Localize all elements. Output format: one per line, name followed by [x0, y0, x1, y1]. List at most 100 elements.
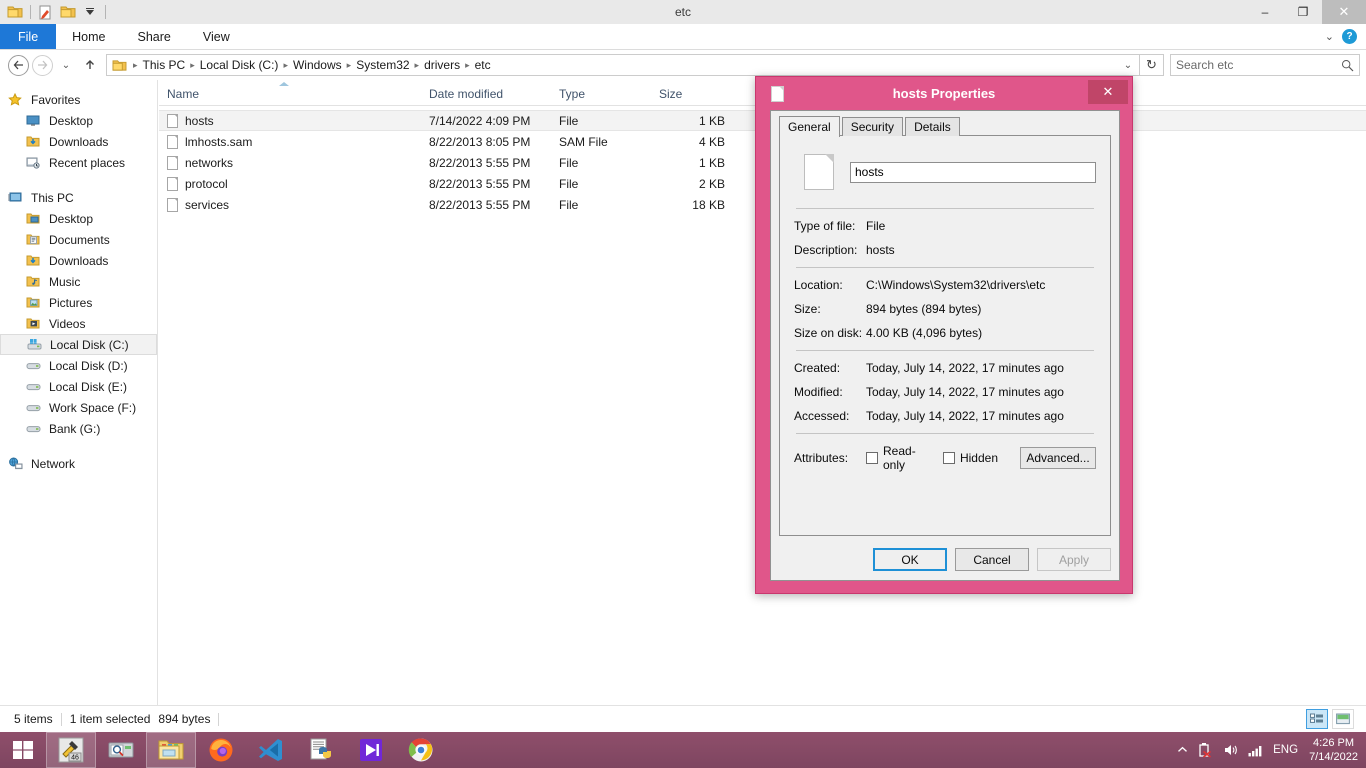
minimize-button[interactable]: –	[1246, 0, 1284, 24]
refresh-icon: ↻	[1146, 57, 1157, 72]
column-header-date-modified[interactable]: Date modified	[421, 87, 551, 105]
sidebar-item-local-disk-e[interactable]: Local Disk (E:)	[0, 376, 157, 397]
details-view-button[interactable]	[1306, 709, 1328, 729]
sidebar-item-bank-g[interactable]: Bank (G:)	[0, 418, 157, 439]
tab-file[interactable]: File	[0, 24, 57, 49]
taskbar-badge-count: 46	[71, 755, 79, 762]
file-name-section	[794, 148, 1096, 204]
breadcrumb-item-windows[interactable]: Windows	[290, 58, 345, 72]
taskbar-item-media-player[interactable]	[346, 732, 396, 768]
chevron-down-icon: ⌄	[61, 59, 71, 71]
filename-input[interactable]	[850, 161, 1096, 183]
attributes-label: Attributes:	[794, 451, 849, 465]
chevron-down-icon[interactable]: ⌄	[1325, 30, 1334, 43]
sidebar-item-music[interactable]: Music	[0, 271, 157, 292]
cancel-button[interactable]: Cancel	[955, 548, 1029, 571]
column-header-name[interactable]: Name	[159, 82, 421, 105]
sidebar-group-this-pc[interactable]: This PC	[0, 187, 157, 208]
file-name-cell: hosts	[159, 113, 421, 128]
sidebar-group-favorites[interactable]: Favorites	[0, 89, 157, 110]
show-hidden-icons-button[interactable]	[1177, 746, 1188, 754]
file-size: 18 KB	[692, 197, 725, 212]
file-date: 8/22/2013 5:55 PM	[429, 155, 531, 170]
taskbar-item-magnifier-tool[interactable]	[96, 732, 146, 768]
advanced-button[interactable]: Advanced...	[1020, 447, 1096, 469]
refresh-button[interactable]: ↻	[1140, 54, 1164, 76]
ok-button[interactable]: OK	[873, 548, 947, 571]
forward-button[interactable]	[30, 53, 54, 77]
breadcrumb-item-this-pc[interactable]: This PC	[140, 58, 189, 72]
status-divider-2	[218, 712, 220, 726]
breadcrumb-item-drivers[interactable]: drivers	[421, 58, 463, 72]
sidebar-item-downloads[interactable]: Downloads	[0, 131, 157, 152]
taskbar-item-file-explorer[interactable]	[146, 732, 196, 768]
breadcrumb-item-etc[interactable]: etc	[472, 58, 494, 72]
taskbar-item-hammer-tool[interactable]: 46	[46, 732, 96, 768]
field-location: Location: C:\Windows\System32\drivers\et…	[794, 278, 1096, 292]
help-icon[interactable]: ?	[1342, 29, 1357, 44]
dialog-close-button[interactable]: ✕	[1088, 80, 1128, 104]
sidebar-item-local-disk-c[interactable]: Local Disk (C:)	[0, 334, 157, 355]
hidden-checkbox-wrap[interactable]: Hidden	[942, 451, 998, 465]
recent-locations-button[interactable]: ⌄	[54, 53, 78, 77]
taskbar-item-python-script[interactable]	[296, 732, 346, 768]
dialog-tabs: General Security Details	[771, 111, 1119, 137]
column-label: Type	[559, 87, 586, 101]
volume-button[interactable]	[1223, 743, 1239, 757]
up-button[interactable]	[78, 53, 102, 77]
language-indicator[interactable]: ENG	[1273, 744, 1298, 756]
sidebar-item-desktop-pc[interactable]: Desktop	[0, 208, 157, 229]
readonly-label: Read-only	[883, 444, 916, 472]
sidebar-item-desktop[interactable]: Desktop	[0, 110, 157, 131]
new-folder-icon[interactable]	[57, 1, 79, 23]
sidebar-item-local-disk-d[interactable]: Local Disk (D:)	[0, 355, 157, 376]
search-box[interactable]	[1170, 54, 1360, 76]
search-input[interactable]	[1176, 58, 1341, 72]
network-button[interactable]	[1248, 744, 1264, 757]
search-icon	[1341, 59, 1354, 71]
tab-view[interactable]: View	[187, 24, 246, 49]
restore-button[interactable]: ❐	[1284, 0, 1322, 24]
breadcrumb-item-system32[interactable]: System32	[353, 58, 412, 72]
file-icon	[771, 85, 784, 102]
sidebar-item-label: Pictures	[49, 295, 93, 310]
address-dropdown-icon[interactable]: ⌄	[1119, 60, 1137, 71]
sidebar-item-work-space-f[interactable]: Work Space (F:)	[0, 397, 157, 418]
file-name-cell: services	[159, 197, 421, 212]
column-header-type[interactable]: Type	[551, 87, 651, 105]
tab-home[interactable]: Home	[56, 24, 121, 49]
close-button[interactable]: ✕	[1322, 0, 1366, 24]
taskbar-item-vscode[interactable]	[246, 732, 296, 768]
back-button[interactable]	[6, 53, 30, 77]
sidebar-item-documents[interactable]: Documents	[0, 229, 157, 250]
battery-button[interactable]	[1197, 742, 1214, 758]
dialog-title-bar[interactable]: hosts Properties ✕	[756, 77, 1132, 110]
sidebar-item-videos[interactable]: Videos	[0, 313, 157, 334]
sidebar-item-label: Videos	[49, 316, 86, 331]
sidebar-item-recent-places[interactable]: Recent places	[0, 152, 157, 173]
column-header-size[interactable]: Size	[651, 87, 731, 105]
volume-icon	[1225, 745, 1237, 755]
clock[interactable]: 4:26 PM 7/14/2022	[1307, 736, 1358, 764]
address-input[interactable]: ▸ This PC ▸ Local Disk (C:) ▸ Windows ▸ …	[106, 54, 1140, 76]
hidden-checkbox[interactable]	[942, 452, 955, 464]
sidebar-item-downloads-pc[interactable]: Downloads	[0, 250, 157, 271]
file-size: 4 KB	[698, 134, 725, 149]
start-button[interactable]	[0, 732, 46, 768]
sidebar-group-network[interactable]: Network	[0, 453, 157, 474]
taskbar-item-chrome[interactable]	[396, 732, 446, 768]
breadcrumb-item-local-disk-c[interactable]: Local Disk (C:)	[197, 58, 282, 72]
properties-icon[interactable]	[35, 1, 57, 23]
file-type: File	[559, 176, 579, 191]
large-icons-view-button[interactable]	[1332, 709, 1354, 729]
tab-general[interactable]: General	[779, 116, 840, 137]
readonly-checkbox[interactable]	[866, 452, 878, 464]
tab-security[interactable]: Security	[841, 117, 904, 136]
tab-share[interactable]: Share	[122, 24, 187, 49]
taskbar-item-firefox[interactable]	[196, 732, 246, 768]
folder-icon[interactable]	[4, 1, 26, 23]
customize-dropdown-icon[interactable]	[79, 1, 101, 23]
readonly-checkbox-wrap[interactable]: Read-only	[866, 444, 921, 472]
tab-details[interactable]: Details	[905, 117, 960, 136]
sidebar-item-pictures[interactable]: Pictures	[0, 292, 157, 313]
